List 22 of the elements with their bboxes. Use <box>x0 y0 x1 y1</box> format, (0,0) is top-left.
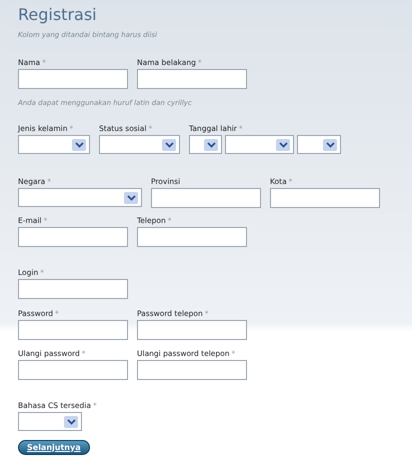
dropdown-arrow-icon <box>323 138 337 150</box>
dropdown-arrow-icon <box>72 138 86 150</box>
dropdown-arrow-icon <box>64 416 78 428</box>
text-input[interactable] <box>18 320 128 340</box>
text-input[interactable] <box>137 360 247 380</box>
dropdown-select[interactable] <box>189 135 222 154</box>
text-input[interactable] <box>18 68 128 88</box>
text-input[interactable] <box>137 320 247 340</box>
next-button[interactable]: Selanjutnya <box>18 440 90 455</box>
page-title: Registrasi <box>18 4 98 26</box>
dropdown-arrow-icon <box>276 138 290 150</box>
text-input[interactable] <box>270 188 380 208</box>
text-input[interactable] <box>137 227 247 247</box>
text-input[interactable] <box>18 279 128 299</box>
dropdown-arrow-icon <box>124 192 138 204</box>
text-input[interactable] <box>18 227 128 247</box>
text-input[interactable] <box>151 188 261 208</box>
dropdown-select[interactable] <box>297 135 341 154</box>
dropdown-arrow-icon <box>162 138 176 150</box>
dropdown-arrow-icon <box>204 138 218 150</box>
text-input[interactable] <box>137 68 247 88</box>
text-input[interactable] <box>18 360 128 380</box>
